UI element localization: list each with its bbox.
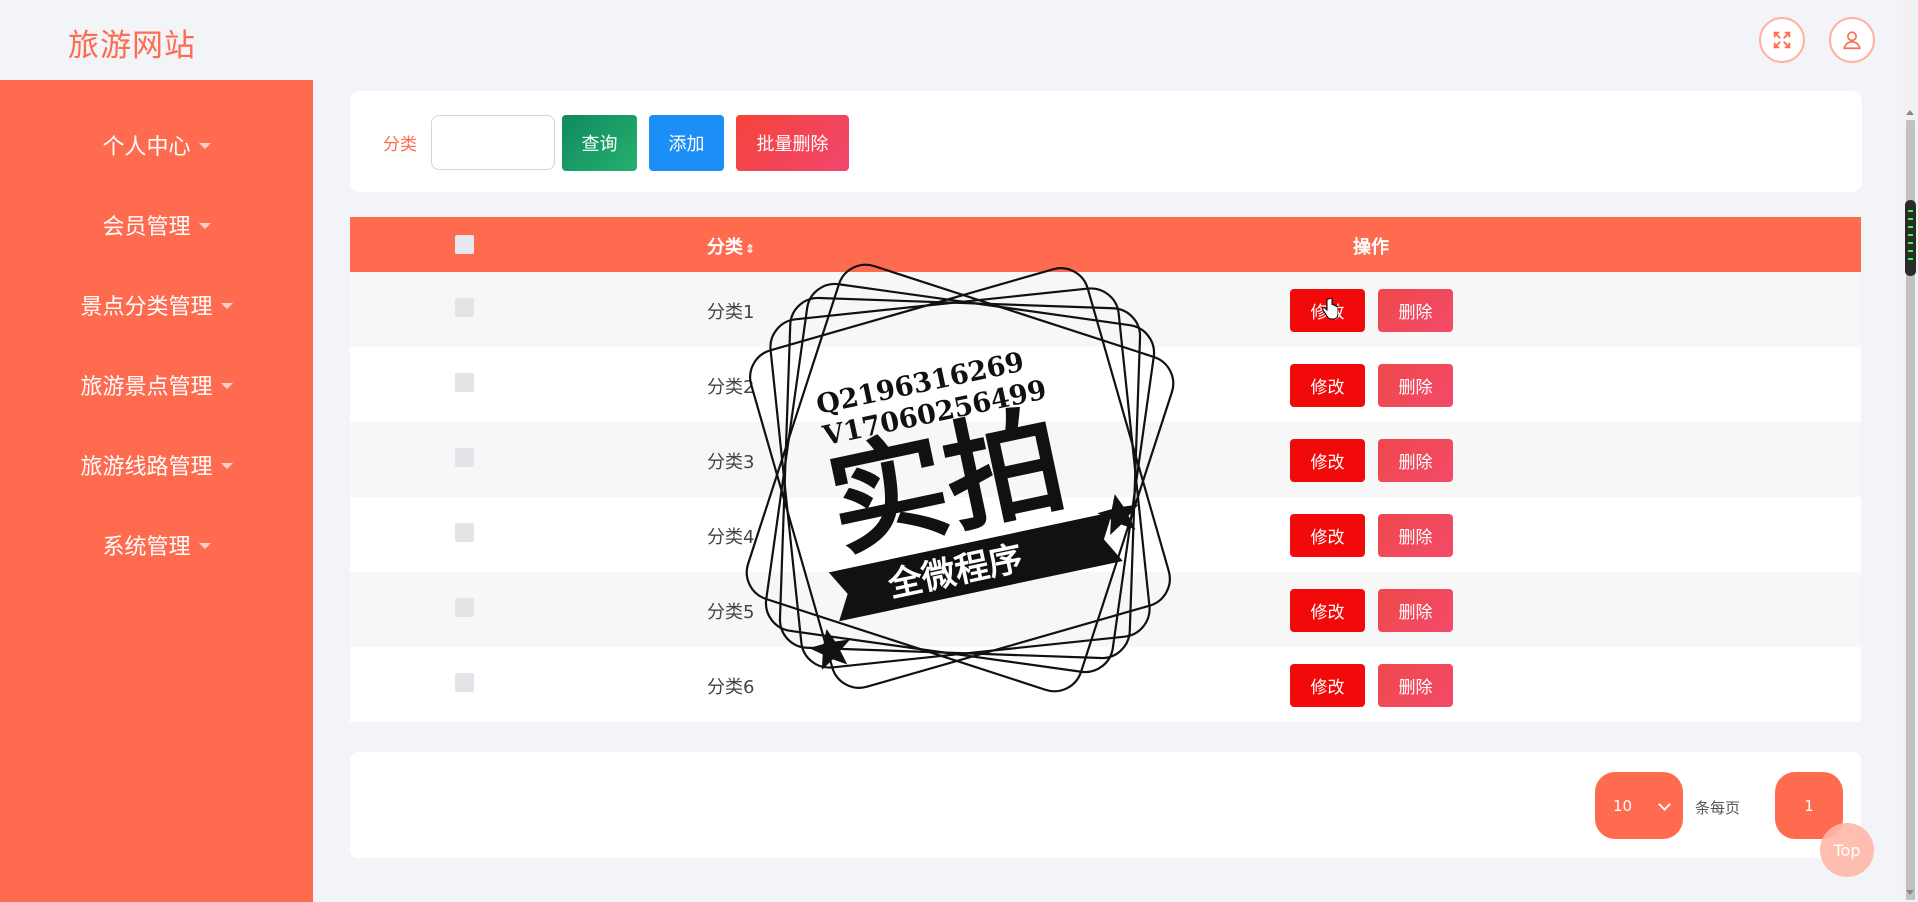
edit-button[interactable]: 修改 (1290, 514, 1365, 557)
fullscreen-button[interactable] (1759, 17, 1805, 63)
delete-button[interactable]: 删除 (1378, 664, 1453, 707)
table-row: 分类2 修改 删除 (350, 347, 1861, 422)
edit-button[interactable]: 修改 (1290, 664, 1365, 707)
category-cell: 分类2 (707, 377, 755, 398)
sidebar-item-label: 个人中心 (102, 135, 191, 160)
page-scrollbar[interactable] (1903, 0, 1918, 902)
category-cell: 分类6 (707, 677, 755, 698)
sidebar-item-label: 景点分类管理 (80, 295, 213, 320)
scroll-down-arrow-icon[interactable] (1906, 890, 1914, 895)
user-button[interactable] (1829, 17, 1875, 63)
category-cell: 分类1 (707, 302, 755, 323)
sidebar-item-label: 旅游线路管理 (80, 455, 213, 480)
sidebar-item-system-management[interactable]: 系统管理 (0, 515, 313, 575)
category-table: 分类 ⇕ 操作 分类1 修改 删除 分类2 修改 删除 分类3 修改 删除 分类4… (350, 217, 1861, 722)
category-cell: 分类3 (707, 452, 755, 473)
delete-button[interactable]: 删除 (1378, 364, 1453, 407)
sidebar-item-member-management[interactable]: 会员管理 (0, 195, 313, 255)
sidebar-item-label: 会员管理 (102, 215, 191, 240)
sidebar-item-label: 系统管理 (102, 535, 191, 560)
delete-button[interactable]: 删除 (1378, 589, 1453, 632)
sidebar-item-attraction-management[interactable]: 旅游景点管理 (0, 355, 313, 415)
caret-down-icon (220, 463, 233, 469)
row-checkbox[interactable] (455, 523, 474, 542)
category-header-label: 分类 (707, 237, 743, 258)
caret-down-icon (198, 143, 211, 149)
caret-down-icon (198, 543, 211, 549)
per-page-label: 条每页 (1695, 799, 1741, 817)
sidebar-item-label: 旅游景点管理 (80, 375, 213, 400)
table-row: 分类6 修改 删除 (350, 647, 1861, 722)
sidebar: 个人中心 会员管理 景点分类管理 旅游景点管理 旅游线路管理 系统管理 (0, 80, 313, 902)
add-button[interactable]: 添加 (649, 115, 724, 171)
fullscreen-icon (1773, 31, 1791, 49)
scroll-up-arrow-icon[interactable] (1906, 110, 1914, 115)
category-search-input[interactable] (431, 115, 555, 170)
pagination-panel: 10 条每页 1 (350, 752, 1861, 858)
chevron-down-icon (1658, 798, 1671, 811)
caret-down-icon (220, 383, 233, 389)
edit-button[interactable]: 修改 (1290, 589, 1365, 632)
top-header: 旅游网站 (0, 0, 1918, 80)
sort-icon[interactable]: ⇕ (745, 242, 755, 256)
category-cell: 分类4 (707, 527, 755, 548)
sidebar-item-category-management[interactable]: 景点分类管理 (0, 275, 313, 335)
back-to-top-button[interactable]: Top (1820, 823, 1874, 877)
table-row: 分类4 修改 删除 (350, 497, 1861, 572)
edit-button[interactable]: 修改 (1290, 439, 1365, 482)
row-checkbox[interactable] (455, 598, 474, 617)
sidebar-item-personal-center[interactable]: 个人中心 (0, 115, 313, 175)
batch-delete-button[interactable]: 批量删除 (736, 115, 849, 171)
table-header: 分类 ⇕ 操作 (350, 217, 1861, 272)
category-column-header[interactable]: 分类 ⇕ (707, 233, 755, 259)
delete-button[interactable]: 删除 (1378, 289, 1453, 332)
row-checkbox[interactable] (455, 673, 474, 692)
delete-button[interactable]: 删除 (1378, 514, 1453, 557)
table-row: 分类3 修改 删除 (350, 422, 1861, 497)
search-label: 分类 (383, 135, 417, 155)
delete-button[interactable]: 删除 (1378, 439, 1453, 482)
page-size-value: 10 (1613, 796, 1633, 815)
user-icon (1843, 31, 1861, 50)
select-all-checkbox[interactable] (455, 235, 474, 254)
row-checkbox[interactable] (455, 373, 474, 392)
edit-button[interactable]: 修改 (1290, 364, 1365, 407)
category-cell: 分类5 (707, 602, 755, 623)
row-checkbox[interactable] (455, 448, 474, 467)
page-size-select[interactable]: 10 (1595, 772, 1683, 839)
row-checkbox[interactable] (455, 298, 474, 317)
caret-down-icon (220, 303, 233, 309)
site-logo[interactable]: 旅游网站 (68, 20, 196, 65)
caret-down-icon (198, 223, 211, 229)
search-panel: 分类 查询 添加 批量删除 (350, 91, 1862, 192)
operation-column-header: 操作 (1353, 237, 1389, 258)
sidebar-item-route-management[interactable]: 旅游线路管理 (0, 435, 313, 495)
table-row: 分类5 修改 删除 (350, 572, 1861, 647)
edit-button[interactable]: 修改 (1290, 289, 1365, 332)
table-row: 分类1 修改 删除 (350, 272, 1861, 347)
scroll-grip[interactable] (1905, 200, 1916, 276)
query-button[interactable]: 查询 (562, 115, 637, 171)
